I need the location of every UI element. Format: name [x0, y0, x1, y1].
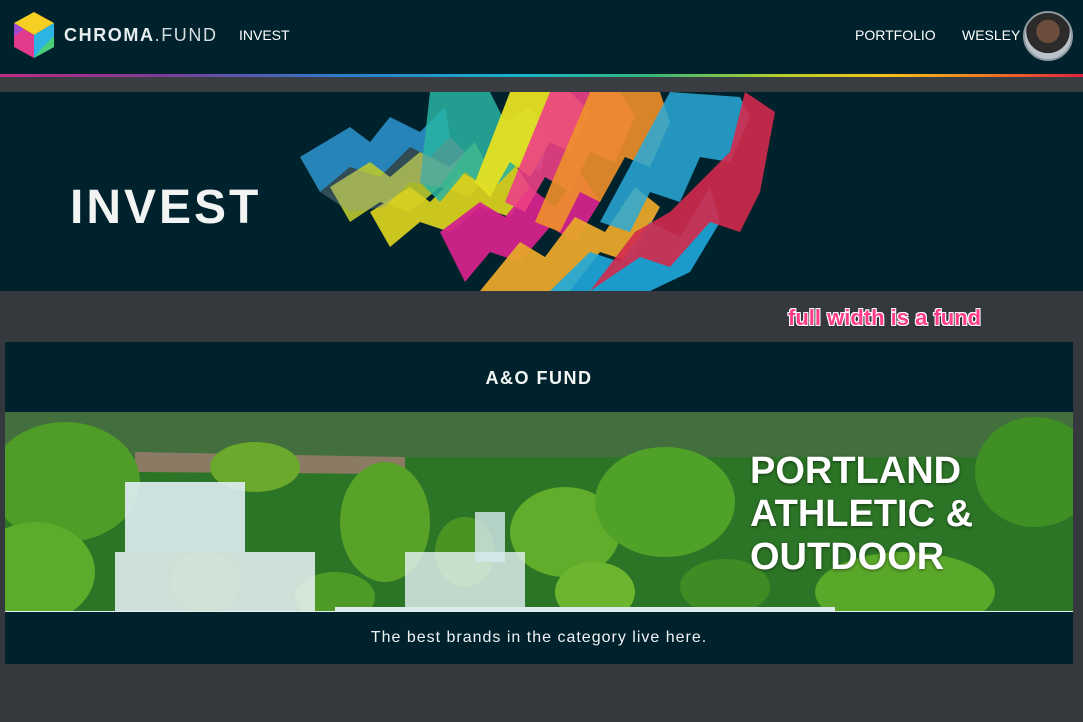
- chroma-fund-logo-icon[interactable]: [12, 10, 56, 60]
- banner-heading: PORTLAND ATHLETIC & OUTDOOR: [750, 450, 973, 579]
- nav-link-portfolio[interactable]: PORTFOLIO: [855, 27, 936, 43]
- nav-user-name[interactable]: WESLEY: [962, 27, 1020, 43]
- page-title: INVEST: [70, 181, 262, 234]
- brand-name[interactable]: CHROMA.FUND: [64, 25, 218, 46]
- banner-line-3: OUTDOOR: [750, 536, 945, 578]
- banner-line-1: PORTLAND: [750, 450, 962, 492]
- fund-tagline: The best brands in the category live her…: [370, 629, 708, 646]
- fund-banner-image[interactable]: PORTLAND ATHLETIC & OUTDOOR: [5, 412, 1073, 612]
- fund-card[interactable]: A&O FUND PORTLAND ATHLETIC & OUTDOOR The…: [5, 342, 1073, 664]
- nav-link-invest[interactable]: INVEST: [239, 27, 290, 43]
- colorful-chart-illustration-icon: [300, 92, 775, 291]
- invest-hero-banner: INVEST: [0, 92, 1083, 291]
- annotation-label: full width is a fund: [788, 305, 982, 330]
- top-navigation-bar: CHROMA.FUND INVEST PORTFOLIO WESLEY: [0, 0, 1083, 74]
- fund-name[interactable]: A&O FUND: [5, 368, 1073, 389]
- brand-primary: CHROMA: [64, 25, 155, 45]
- spacer-strip: [0, 77, 1083, 92]
- user-avatar[interactable]: [1023, 11, 1073, 61]
- banner-line-2: ATHLETIC &: [750, 493, 974, 535]
- brand-secondary: .FUND: [154, 25, 218, 45]
